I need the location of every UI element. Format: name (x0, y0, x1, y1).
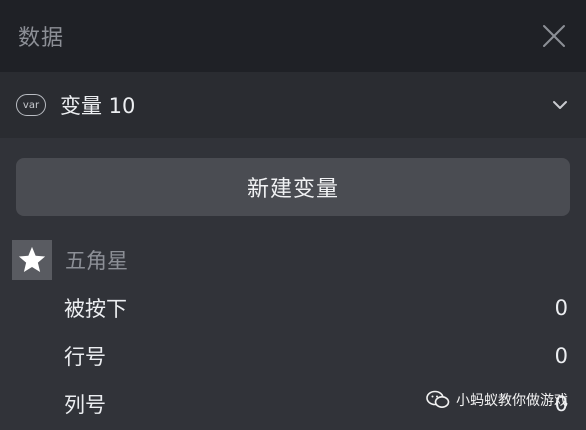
variable-name: 被按下 (64, 297, 127, 321)
selected-variable-label: 变量 10 (60, 94, 136, 118)
variable-value: 0 (554, 296, 568, 320)
list-item[interactable]: 行号 0 (0, 332, 586, 380)
sprite-name: 五角星 (65, 249, 128, 273)
new-variable-button[interactable]: 新建变量 (16, 158, 570, 216)
new-variable-wrap: 新建变量 (0, 138, 586, 216)
variable-selector[interactable]: var 变量 10 (0, 72, 586, 138)
star-icon (12, 240, 52, 280)
close-icon (543, 25, 565, 47)
data-panel: 数据 var 变量 10 新建变量 五角星 被按下 0 行号 0 列号 0 小蚂… (0, 0, 586, 430)
variable-name: 行号 (64, 345, 106, 369)
wechat-icon (426, 390, 450, 410)
panel-header: 数据 (0, 0, 586, 72)
panel-title: 数据 (18, 26, 65, 51)
var-badge-icon: var (16, 94, 46, 116)
watermark-text: 小蚂蚁教你做游戏 (456, 393, 568, 409)
variable-value: 0 (554, 344, 568, 368)
list-item[interactable]: 被按下 0 (0, 284, 586, 332)
chevron-down-icon (550, 95, 570, 115)
variable-name: 列号 (64, 393, 106, 417)
sprite-group-header: 五角星 (0, 240, 586, 280)
close-button[interactable] (540, 22, 568, 50)
watermark: 小蚂蚁教你做游戏 (426, 390, 568, 410)
